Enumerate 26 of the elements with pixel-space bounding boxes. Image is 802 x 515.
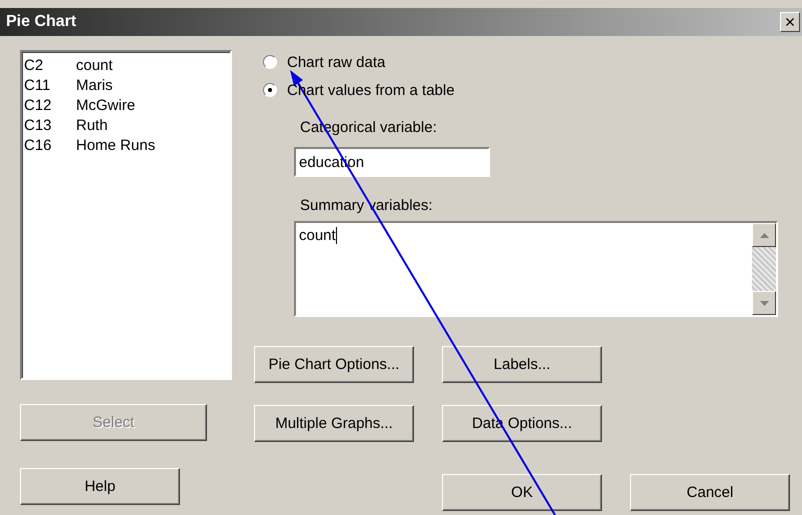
cancel-button[interactable]: Cancel (630, 474, 790, 511)
scroll-up-button[interactable] (752, 223, 776, 247)
radio-label[interactable]: Chart raw data (287, 54, 386, 70)
column-name[interactable]: McGwire (76, 96, 136, 116)
options-button[interactable]: Labels... (442, 346, 602, 383)
column-id[interactable]: C16 (24, 136, 76, 156)
options-button[interactable]: Multiple Graphs... (254, 405, 414, 442)
column-id[interactable]: C13 (24, 116, 76, 136)
column-name[interactable]: Maris (76, 76, 113, 96)
help-button[interactable]: Help (20, 468, 180, 505)
column-id[interactable]: C12 (24, 96, 76, 116)
close-button[interactable]: × (780, 12, 800, 32)
column-name[interactable]: Ruth (76, 116, 108, 136)
scroll-down-button[interactable] (752, 291, 776, 315)
column-name[interactable]: Home Runs (76, 136, 156, 156)
radio-button[interactable] (263, 83, 277, 97)
column-name[interactable]: count (76, 56, 113, 76)
triangle-down-icon (760, 300, 768, 306)
options-button[interactable]: Pie Chart Options... (254, 346, 414, 383)
ok-button[interactable]: OK (442, 474, 602, 511)
triangle-up-icon (760, 232, 768, 238)
column-id[interactable]: C2 (24, 56, 76, 76)
column-id[interactable]: C11 (24, 76, 76, 96)
window-title: Pie Chart (6, 13, 76, 31)
radio-button[interactable] (263, 55, 277, 69)
summary-field[interactable]: count (294, 221, 778, 317)
